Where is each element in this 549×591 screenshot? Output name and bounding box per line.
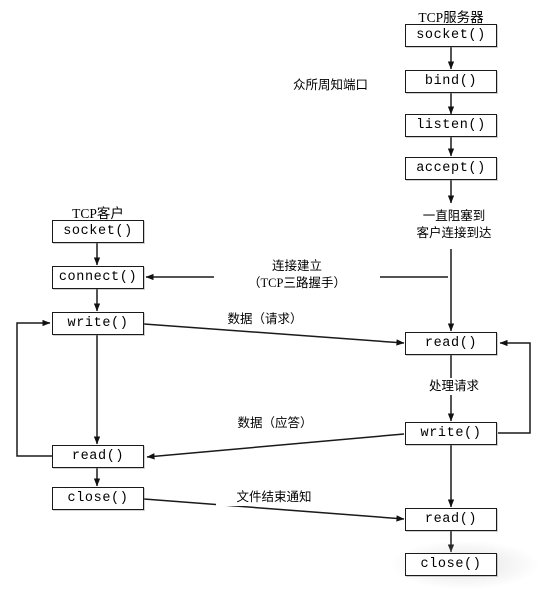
- node-server-bind[interactable]: bind(): [405, 70, 497, 93]
- node-client-write[interactable]: write(): [52, 312, 144, 335]
- label-block-until-client-connects: 一直阻塞到 客户连接到达: [396, 208, 512, 242]
- tcp-client-server-flow-diagram: TCP服务器 TCP客户 socket() bind() listen() ac…: [0, 0, 549, 591]
- client-column-title: TCP客户: [72, 206, 124, 221]
- label-block-until-line2: 客户连接到达: [416, 225, 492, 240]
- node-server-accept[interactable]: accept(): [405, 157, 497, 180]
- edge-data-reply: [146, 433, 405, 460]
- node-client-socket[interactable]: socket(): [52, 220, 144, 243]
- node-server-write[interactable]: write(): [405, 422, 497, 445]
- node-server-close[interactable]: close(): [405, 553, 497, 576]
- label-connection-established-line2: （TCP三路握手）: [248, 275, 346, 290]
- node-client-read[interactable]: read(): [52, 445, 144, 468]
- server-column-title: TCP服务器: [418, 10, 484, 25]
- label-data-reply: 数据（应答）: [222, 415, 328, 432]
- node-client-close[interactable]: close(): [52, 487, 144, 510]
- node-client-connect[interactable]: connect(): [52, 266, 144, 289]
- edge-server-loop: [498, 339, 531, 434]
- label-eof-notification: 文件结束通知: [216, 489, 332, 506]
- label-block-until-line1: 一直阻塞到: [422, 209, 486, 223]
- label-process-request: 处理请求: [416, 378, 492, 395]
- label-connection-established: 连接建立 （TCP三路握手）: [214, 258, 380, 292]
- edge-client-loop: [16, 319, 52, 457]
- label-connection-established-line1: 连接建立: [271, 259, 322, 273]
- label-data-request: 数据（请求）: [212, 311, 318, 328]
- node-server-read-request[interactable]: read(): [405, 332, 497, 355]
- node-server-read-eof[interactable]: read(): [405, 508, 497, 531]
- node-server-socket[interactable]: socket(): [405, 24, 497, 47]
- node-server-listen[interactable]: listen(): [405, 114, 497, 137]
- label-well-known-port: 众所周知端口: [293, 78, 369, 92]
